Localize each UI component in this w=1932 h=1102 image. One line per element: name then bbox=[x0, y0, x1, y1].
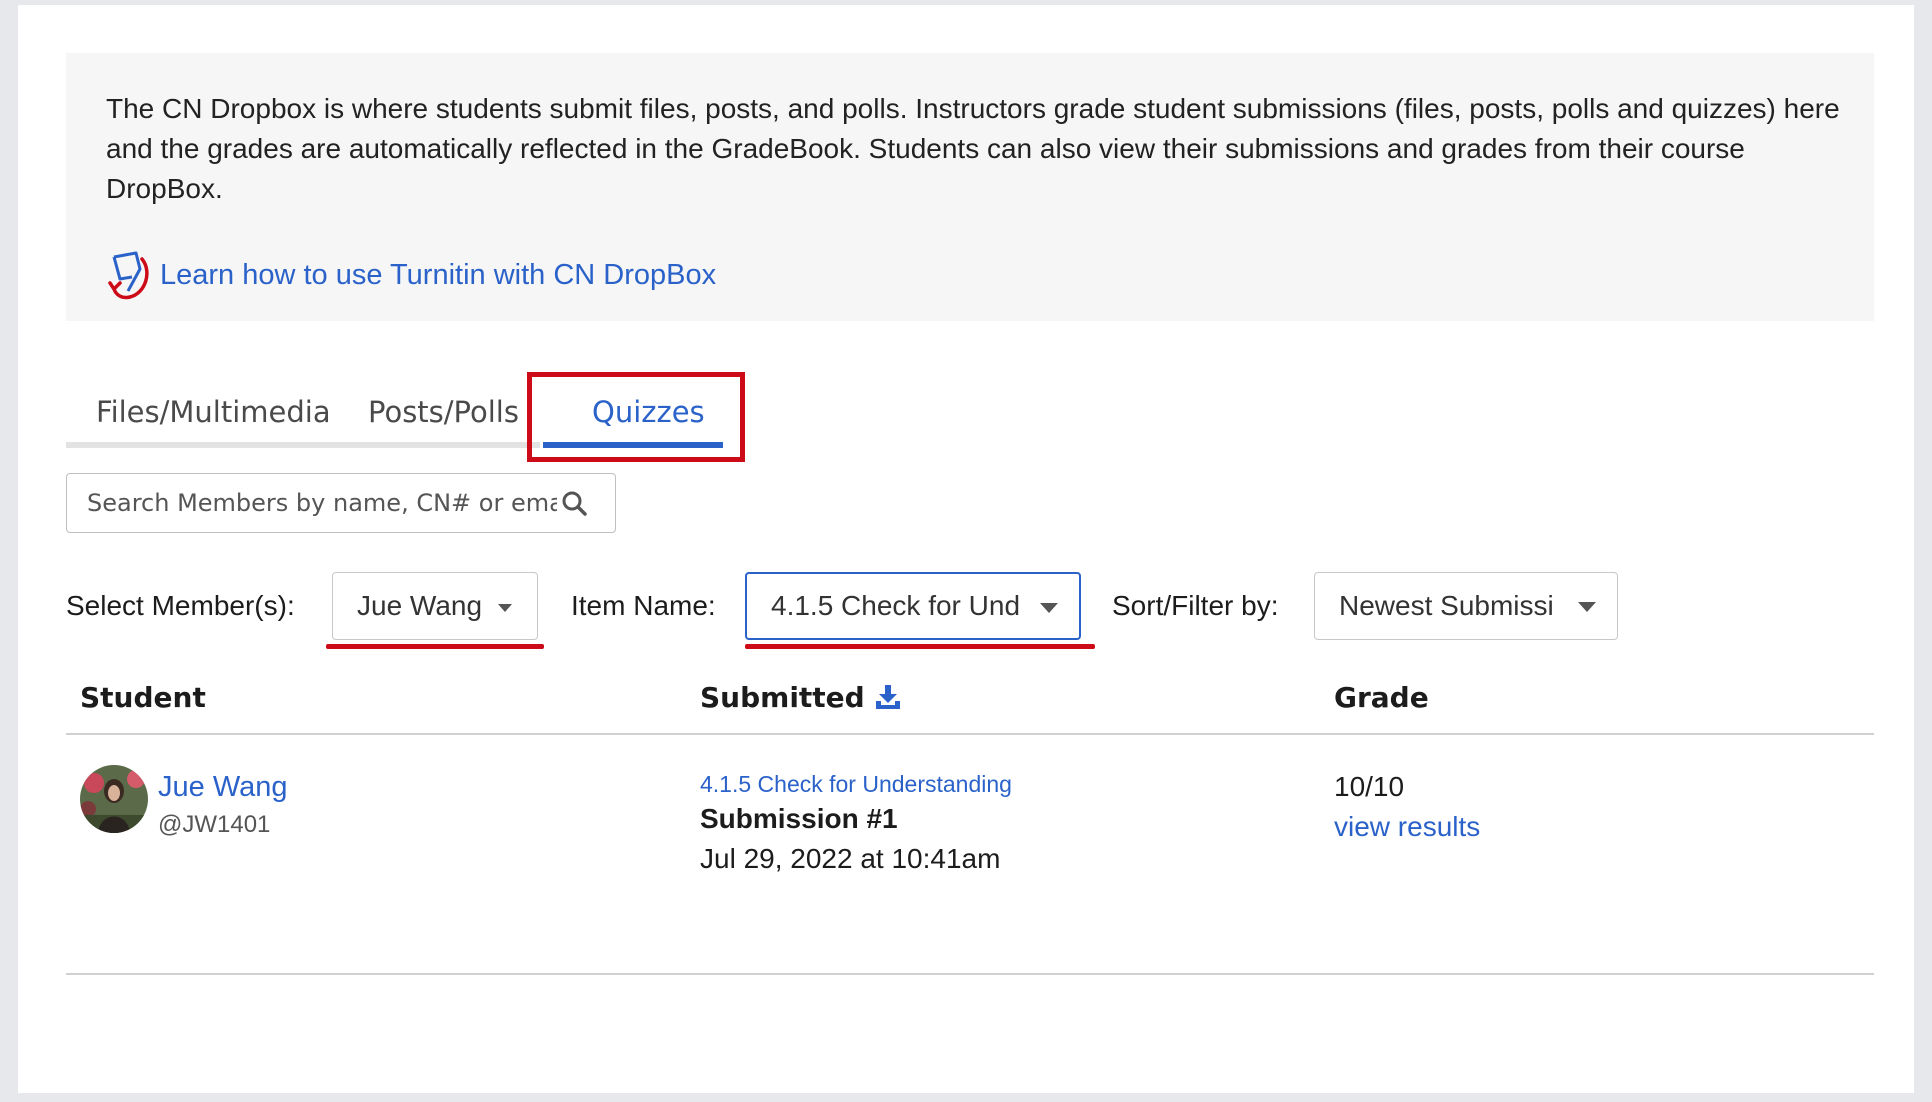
submission-item-link[interactable]: 4.1.5 Check for Understanding bbox=[700, 771, 1012, 798]
item-name-select[interactable]: 4.1.5 Check for Understanding bbox=[745, 572, 1081, 640]
info-box: The CN Dropbox is where students submit … bbox=[66, 53, 1874, 321]
member-search-box[interactable] bbox=[66, 473, 616, 533]
table-row: Jue Wang @JW1401 4.1.5 Check for Underst… bbox=[66, 765, 1874, 965]
annotation-underline bbox=[326, 644, 544, 649]
submission-number: Submission #1 bbox=[700, 803, 898, 834]
active-tab-indicator bbox=[543, 442, 723, 448]
tab-bar: Files/Multimedia Posts/Polls Quizzes bbox=[66, 395, 705, 448]
table-header: Student Submitted Grade bbox=[66, 675, 1874, 735]
student-name-link[interactable]: Jue Wang bbox=[158, 771, 288, 804]
turnitin-help: Learn how to use Turnitin with CN DropBo… bbox=[106, 249, 716, 301]
sort-filter-select[interactable]: Newest Submission bbox=[1314, 572, 1618, 640]
column-header-submitted: Submitted bbox=[700, 681, 865, 714]
item-name-label: Item Name: bbox=[571, 590, 716, 621]
sort-filter-label: Sort/Filter by: bbox=[1112, 590, 1279, 621]
filter-bar: Select Member(s): Jue Wang Item Name: 4.… bbox=[18, 572, 1914, 649]
chevron-down-icon bbox=[1040, 603, 1058, 613]
avatar[interactable] bbox=[80, 765, 148, 833]
header-divider bbox=[66, 733, 1874, 735]
turnitin-icon bbox=[108, 251, 149, 300]
download-icon[interactable] bbox=[874, 683, 902, 711]
member-select[interactable]: Jue Wang bbox=[332, 572, 538, 640]
column-header-grade: Grade bbox=[1334, 681, 1429, 714]
select-member-label: Select Member(s): bbox=[66, 590, 295, 621]
turnitin-link[interactable]: Learn how to use Turnitin with CN DropBo… bbox=[160, 259, 716, 292]
tab-quizzes[interactable]: Quizzes bbox=[592, 395, 705, 429]
dropbox-panel: The CN Dropbox is where students submit … bbox=[18, 5, 1914, 1093]
chevron-down-icon bbox=[498, 604, 512, 612]
chevron-down-icon bbox=[1578, 602, 1596, 612]
view-results-link[interactable]: view results bbox=[1334, 811, 1480, 843]
student-handle: @JW1401 bbox=[158, 811, 271, 838]
tab-bar-baseline bbox=[66, 442, 540, 448]
item-name-select-value: 4.1.5 Check for Understanding bbox=[771, 590, 1021, 621]
member-select-value: Jue Wang bbox=[357, 590, 483, 621]
submission-date: Jul 29, 2022 at 10:41am bbox=[700, 843, 1001, 874]
annotation-underline bbox=[745, 644, 1095, 649]
search-icon[interactable] bbox=[561, 490, 587, 516]
sort-filter-select-value: Newest Submission bbox=[1339, 590, 1553, 621]
tab-files-multimedia[interactable]: Files/Multimedia bbox=[96, 395, 331, 429]
table-bottom-divider bbox=[66, 973, 1874, 975]
info-description: The CN Dropbox is where students submit … bbox=[106, 93, 1840, 204]
grade-value: 10/10 bbox=[1334, 771, 1405, 802]
column-header-student: Student bbox=[80, 681, 206, 714]
search-input[interactable] bbox=[87, 489, 557, 517]
tab-posts-polls[interactable]: Posts/Polls bbox=[368, 395, 519, 429]
